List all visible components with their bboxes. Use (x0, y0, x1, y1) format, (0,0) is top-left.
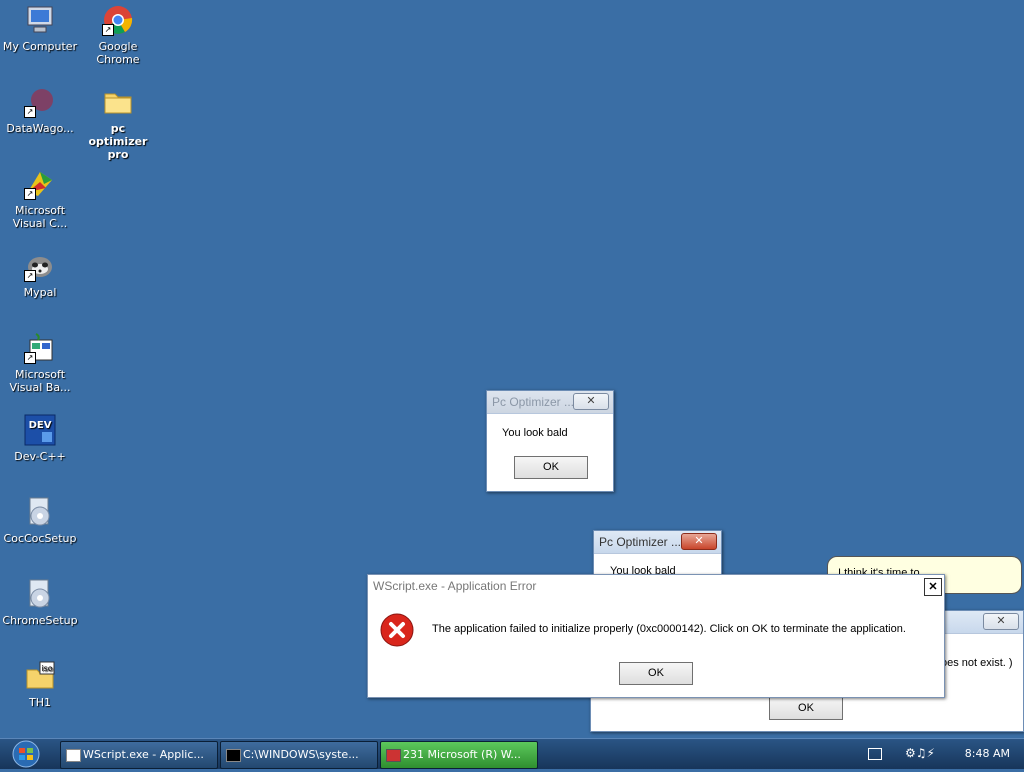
desktop-icon-google-chrome[interactable]: ↗ Google Chrome (78, 4, 158, 66)
ok-button[interactable]: OK (769, 697, 843, 720)
visual-c-icon: ↗ (24, 168, 56, 200)
window-icon (66, 749, 81, 762)
desktop: My Computer ↗ Google Chrome ↗ DataWago..… (0, 0, 1024, 738)
error-icon (380, 613, 414, 647)
shortcut-arrow-icon: ↗ (24, 352, 36, 364)
desktop-icon-th1[interactable]: iso TH1 (0, 660, 80, 709)
taskbar-button-label: WScript.exe - Applic... (83, 748, 204, 761)
clock[interactable]: 8:48 AM (965, 739, 1010, 769)
dialog-title: Pc Optimizer ... (599, 535, 682, 549)
shortcut-arrow-icon: ↗ (102, 24, 114, 36)
close-button[interactable]: ✕ (681, 533, 717, 550)
desktop-icon-chromesetup[interactable]: ChromeSetup (0, 578, 80, 627)
close-button[interactable]: ✕ (924, 578, 942, 596)
close-icon: ✕ (694, 535, 704, 547)
shortcut-arrow-icon: ↗ (24, 188, 36, 200)
dialog-titlebar[interactable]: WScript.exe - Application Error ✕ (368, 575, 944, 597)
desktop-icon-coccocsetup[interactable]: CocCocSetup (0, 496, 80, 545)
setup-icon (24, 496, 56, 528)
dialog-message: oes not exist. ) (941, 657, 1013, 669)
icon-label: TH1 (29, 696, 51, 709)
close-icon: ✕ (586, 395, 596, 407)
desktop-icon-datawago[interactable]: ↗ DataWago... (0, 86, 80, 135)
console-icon (226, 749, 241, 762)
desktop-icon-my-computer[interactable]: My Computer (0, 4, 80, 53)
shortcut-arrow-icon: ↗ (24, 270, 36, 282)
taskbar-button-label: C:\WINDOWS\syste... (243, 748, 359, 761)
windows-logo-icon (12, 740, 40, 768)
icon-label: DataWago... (6, 122, 74, 135)
power-icon[interactable]: ⚡ (927, 746, 935, 760)
dialog-titlebar[interactable]: Pc Optimizer ... ✕ (487, 391, 613, 414)
computer-icon (24, 4, 56, 36)
folder-icon (102, 86, 134, 118)
svg-text:DEV: DEV (29, 420, 52, 431)
desktop-icon-pc-optimizer-pro[interactable]: pc optimizer pro (78, 86, 158, 161)
dialog-title: Pc Optimizer ... (492, 395, 575, 409)
taskbar-button-cmd[interactable]: C:\WINDOWS\syste... (220, 741, 378, 769)
icon-label: Google Chrome (96, 40, 140, 66)
taskbar-button-script-host[interactable]: 231 Microsoft (R) W... (380, 741, 538, 769)
desktop-icon-mypal[interactable]: ↗ Mypal (0, 250, 80, 299)
icon-label: pc optimizer pro (88, 122, 148, 161)
system-tray-icons[interactable]: ⚙♫⚡ (905, 746, 955, 762)
datawago-icon: ↗ (24, 86, 56, 118)
setup-icon (24, 578, 56, 610)
icon-label: My Computer (2, 40, 78, 53)
svg-text:iso: iso (41, 664, 52, 673)
close-button[interactable]: ✕ (983, 613, 1019, 630)
ok-button[interactable]: OK (619, 662, 693, 685)
network-icon[interactable]: ⚙ (905, 746, 916, 760)
icon-label: Dev-C++ (14, 450, 66, 463)
icon-label: Microsoft Visual C... (12, 204, 68, 230)
dev-cpp-icon: DEV (24, 414, 56, 446)
script-icon (386, 749, 401, 762)
taskbar: WScript.exe - Applic... C:\WINDOWS\syste… (0, 738, 1024, 769)
optimizer-dialog-top[interactable]: Pc Optimizer ... ✕ You look bald OK (486, 390, 614, 492)
mypal-icon: ↗ (24, 250, 56, 282)
shortcut-arrow-icon: ↗ (24, 106, 36, 118)
error-message: The application failed to initialize pro… (432, 623, 906, 635)
iso-icon: iso (24, 660, 56, 692)
start-button[interactable] (4, 740, 48, 768)
close-icon: ✕ (928, 581, 938, 593)
keyboard-icon[interactable] (868, 748, 882, 760)
close-icon: ✕ (996, 615, 1006, 627)
taskbar-button-label: 231 Microsoft (R) W... (403, 748, 521, 761)
icon-label: Mypal (23, 286, 57, 299)
dialog-titlebar[interactable]: Pc Optimizer ... ✕ (594, 531, 721, 554)
icon-label: ChromeSetup (2, 614, 78, 627)
icon-label: Microsoft Visual Ba... (9, 368, 71, 394)
icon-label: CocCocSetup (3, 532, 77, 545)
taskbar-button-wscript[interactable]: WScript.exe - Applic... (60, 741, 218, 769)
volume-icon[interactable]: ♫ (916, 746, 927, 760)
desktop-icon-dev-cpp[interactable]: DEV Dev-C++ (0, 414, 80, 463)
desktop-icon-visual-basic[interactable]: ↗ Microsoft Visual Ba... (0, 332, 80, 394)
visual-basic-icon: ↗ (24, 332, 56, 364)
error-dialog[interactable]: WScript.exe - Application Error ✕ The ap… (367, 574, 945, 698)
close-button[interactable]: ✕ (573, 393, 609, 410)
desktop-icon-visual-c[interactable]: ↗ Microsoft Visual C... (0, 168, 80, 230)
dialog-message: You look bald (502, 427, 568, 439)
chrome-icon: ↗ (102, 4, 134, 36)
ok-button[interactable]: OK (514, 456, 588, 479)
dialog-title: WScript.exe - Application Error (373, 579, 537, 593)
